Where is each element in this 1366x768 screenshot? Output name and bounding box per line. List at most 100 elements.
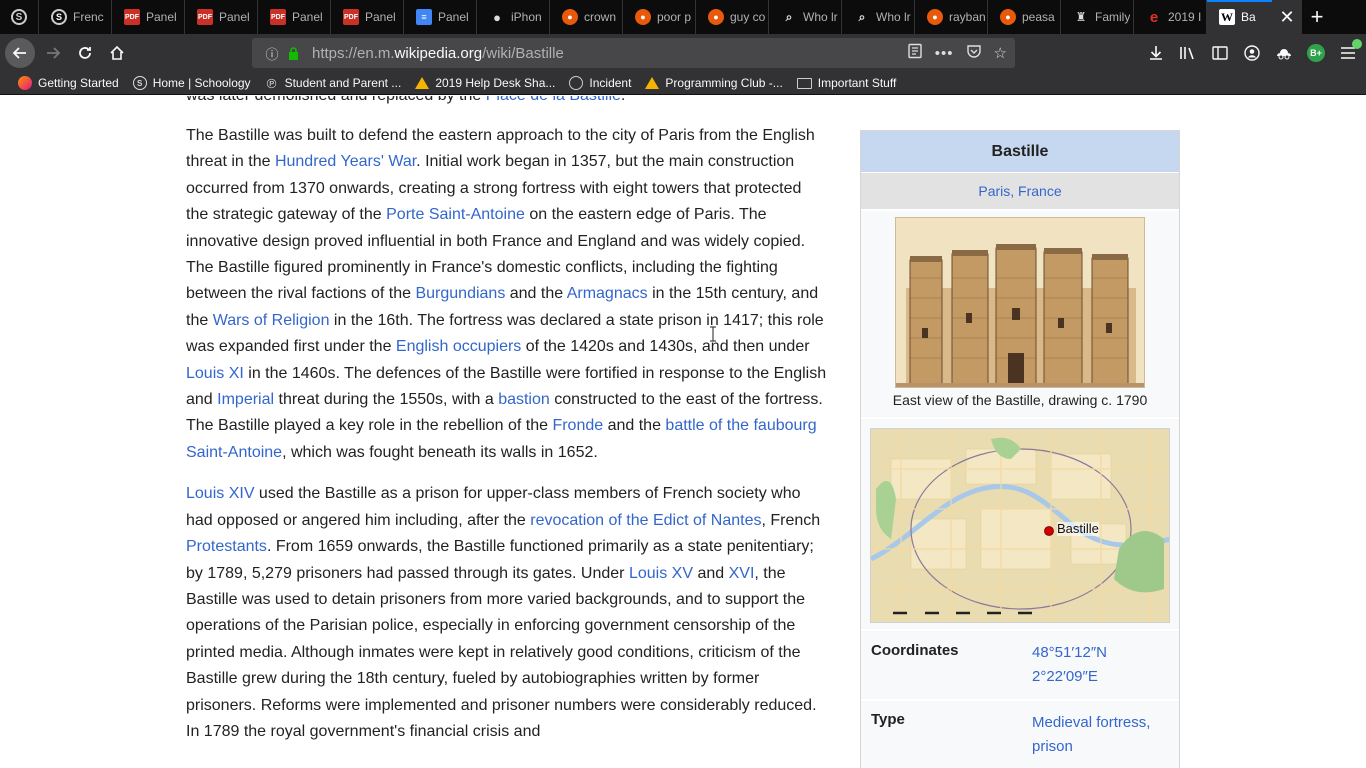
home-button[interactable] <box>101 37 133 69</box>
close-tab-icon[interactable]: ✕ <box>1272 0 1302 34</box>
drive-icon <box>415 77 430 89</box>
tab-title: Panel <box>219 10 250 24</box>
infobox-key: Coordinates <box>871 642 959 659</box>
forward-arrow-icon <box>47 47 61 59</box>
tab-6[interactable]: ● iPhon <box>476 0 549 34</box>
paragraph-history: The Bastille was built to defend the eas… <box>186 123 828 466</box>
tab-15[interactable]: e 2019 I <box>1133 0 1206 34</box>
menu-hamburger-icon[interactable] <box>1336 39 1362 65</box>
pdf-icon: PDF <box>343 9 359 25</box>
wiki-link[interactable]: Wars of Religion <box>213 312 330 329</box>
url-text[interactable]: https://en.m.wikipedia.org/wiki/Bastille <box>312 45 564 62</box>
wiki-link[interactable]: bastion <box>498 391 550 408</box>
tab-2[interactable]: PDF Panel <box>184 0 257 34</box>
bookmark-item[interactable]: S Home | Schoology <box>127 72 257 95</box>
page-actions-icon[interactable]: ••• <box>935 45 954 62</box>
wiki-link[interactable]: Hundred Years' War <box>275 153 416 170</box>
tab-1[interactable]: PDF Panel <box>111 0 184 34</box>
place-de-la-bastille-link[interactable]: Place de la Bastille <box>486 96 621 104</box>
wiki-link[interactable]: Burgundians <box>415 285 505 302</box>
bookmark-item[interactable]: Important Stuff <box>791 72 903 95</box>
reload-button[interactable] <box>69 37 101 69</box>
firefox-icon <box>18 76 32 90</box>
reddit-icon: ● <box>562 9 578 25</box>
wiki-link[interactable]: revocation of the Edict of Nantes <box>530 512 761 529</box>
paragraph-text: , French <box>761 511 821 529</box>
bookmark-label: Student and Parent ... <box>284 76 402 90</box>
tab-title: 2019 I <box>1168 10 1202 24</box>
wiki-link[interactable]: Armagnacs <box>567 285 648 302</box>
schoology-icon: S <box>132 76 147 90</box>
tab-title: Panel <box>292 10 323 24</box>
back-arrow-icon <box>12 47 26 59</box>
tab-11[interactable]: ⌕ Who lr <box>841 0 914 34</box>
tab-3[interactable]: PDF Panel <box>257 0 330 34</box>
forward-button[interactable] <box>37 37 69 69</box>
location-map[interactable]: Bastille <box>870 428 1170 623</box>
downloads-icon[interactable] <box>1144 41 1168 65</box>
tab-0[interactable]: S Frenc <box>38 0 111 34</box>
bookmark-item[interactable]: 2019 Help Desk Sha... <box>409 72 561 95</box>
bookmark-item[interactable]: Getting Started <box>12 72 125 95</box>
tab-active[interactable]: W Ba <box>1206 0 1272 34</box>
pinned-tab-schoology[interactable]: S <box>0 0 38 34</box>
pdf-icon: PDF <box>270 9 286 25</box>
tab-title: Panel <box>365 10 396 24</box>
infobox-subtitle-link[interactable]: Paris, France <box>861 173 1179 211</box>
wiki-link[interactable]: English occupiers <box>396 338 521 355</box>
pocket-icon[interactable] <box>966 43 982 63</box>
tab-title: Frenc <box>73 10 104 24</box>
tab-9[interactable]: ● guy co <box>695 0 768 34</box>
grammar-extension-icon[interactable]: B+ <box>1304 41 1328 65</box>
site-info-icon[interactable]: ⓘ <box>260 44 284 63</box>
extension-icon[interactable] <box>1272 41 1296 65</box>
wiki-link[interactable]: XVI <box>729 565 755 582</box>
update-available-icon <box>1352 39 1362 49</box>
bookmark-label: Home | Schoology <box>152 76 251 90</box>
wiki-link[interactable]: Protestants <box>186 538 267 555</box>
tab-13[interactable]: ● peasa <box>987 0 1060 34</box>
bastille-drawing-image[interactable] <box>895 217 1145 388</box>
bookmark-label: Programming Club -... <box>665 76 783 90</box>
bookmark-label: 2019 Help Desk Sha... <box>435 76 556 90</box>
coordinates-link[interactable]: 48°51′12″N 2°22′09″E <box>1032 641 1169 689</box>
folder-icon <box>796 77 812 89</box>
infobox-title: Bastille <box>861 131 1179 173</box>
reddit-icon: ● <box>708 9 724 25</box>
page-content: was later demolished and replaced by the… <box>0 96 1366 768</box>
back-button[interactable] <box>5 38 35 68</box>
wiki-link[interactable]: Imperial <box>217 391 274 408</box>
tab-title: iPhon <box>511 10 542 24</box>
new-tab-button[interactable]: + <box>1302 0 1332 34</box>
paragraph-text: and the <box>505 285 567 303</box>
drive-icon <box>645 77 660 89</box>
bookmark-item[interactable]: Programming Club -... <box>639 72 788 95</box>
tab-8[interactable]: ● poor p <box>622 0 695 34</box>
bookmark-item[interactable]: ℗ Student and Parent ... <box>259 72 408 95</box>
tab-14[interactable]: ♜ Family <box>1060 0 1133 34</box>
bookmark-label: Getting Started <box>38 76 119 90</box>
apple-icon: ● <box>493 9 501 25</box>
type-link[interactable]: Medieval fortress, prison <box>1032 711 1169 759</box>
wiki-link[interactable]: Louis XI <box>186 365 244 382</box>
tab-7[interactable]: ● crown <box>549 0 622 34</box>
bookmark-item[interactable]: Incident <box>563 72 637 95</box>
bookmark-star-icon[interactable]: ☆ <box>994 44 1007 62</box>
library-icon[interactable] <box>1176 41 1200 65</box>
paragraph-prison: Louis XIV used the Bastille as a prison … <box>186 481 828 745</box>
wiki-link[interactable]: Porte Saint-Antoine <box>386 206 525 223</box>
url-bar[interactable]: ⓘ https://en.m.wikipedia.org/wiki/Bastil… <box>252 38 1015 68</box>
wiki-link[interactable]: Louis XV <box>629 565 693 582</box>
account-icon[interactable] <box>1240 41 1264 65</box>
reader-view-icon[interactable] <box>907 43 923 63</box>
tab-10[interactable]: ⌕ Who lr <box>768 0 841 34</box>
wiki-link[interactable]: Louis XIV <box>186 485 254 502</box>
infobox-row-type: Type Medieval fortress, prison <box>861 699 1179 768</box>
wiki-link[interactable]: Fronde <box>552 417 603 434</box>
tab-5[interactable]: ≡ Panel <box>403 0 476 34</box>
navigation-toolbar: ⓘ https://en.m.wikipedia.org/wiki/Bastil… <box>0 34 1366 72</box>
tab-4[interactable]: PDF Panel <box>330 0 403 34</box>
sidebar-icon[interactable] <box>1208 41 1232 65</box>
tab-12[interactable]: ● rayban <box>914 0 987 34</box>
lock-icon[interactable] <box>284 46 302 60</box>
